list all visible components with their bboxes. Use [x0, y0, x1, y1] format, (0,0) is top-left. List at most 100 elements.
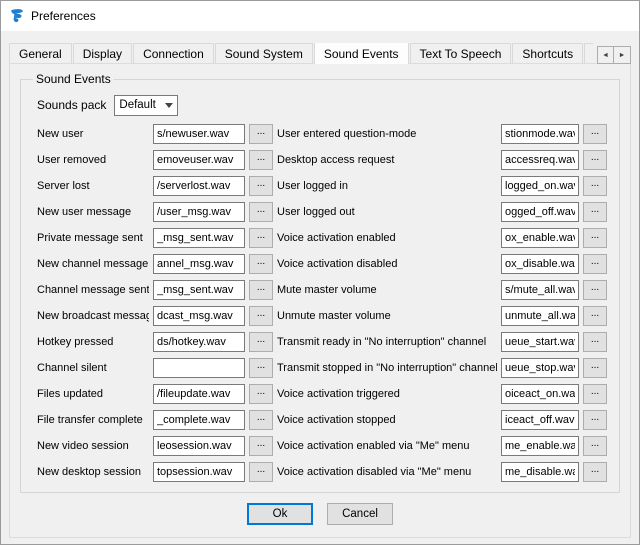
window-title: Preferences — [31, 9, 96, 23]
tab-scroll-control: ◄ ► — [597, 46, 631, 64]
sound-file-input[interactable] — [501, 462, 579, 482]
sound-file-input[interactable] — [501, 436, 579, 456]
event-label: Voice activation enabled — [277, 232, 497, 244]
browse-button[interactable]: ... — [249, 436, 273, 456]
browse-button[interactable]: ... — [249, 228, 273, 248]
browse-button[interactable]: ... — [583, 436, 607, 456]
event-label: User logged out — [277, 206, 497, 218]
browse-button[interactable]: ... — [583, 150, 607, 170]
event-label: Channel silent — [37, 362, 149, 374]
sounds-pack-label: Sounds pack — [37, 98, 106, 112]
tab-sound-events[interactable]: Sound Events — [314, 43, 409, 64]
browse-button[interactable]: ... — [249, 384, 273, 404]
sound-file-input[interactable] — [501, 124, 579, 144]
event-label: User removed — [37, 154, 149, 166]
event-label: Channel message sent — [37, 284, 149, 296]
sounds-pack-combo[interactable]: Default — [114, 95, 178, 116]
sound-file-input[interactable] — [153, 462, 245, 482]
browse-button[interactable]: ... — [249, 462, 273, 482]
sound-file-input[interactable] — [153, 306, 245, 326]
event-label: File transfer complete — [37, 414, 149, 426]
sound-file-input[interactable] — [501, 332, 579, 352]
browse-button[interactable]: ... — [583, 228, 607, 248]
browse-button[interactable]: ... — [583, 410, 607, 430]
browse-button[interactable]: ... — [583, 306, 607, 326]
browse-button[interactable]: ... — [583, 202, 607, 222]
sound-file-input[interactable] — [153, 228, 245, 248]
sound-events-group: Sound Events Sounds pack Default New use… — [20, 72, 620, 493]
chevron-down-icon — [165, 103, 173, 108]
sound-file-input[interactable] — [501, 176, 579, 196]
tab-connection[interactable]: Connection — [133, 43, 214, 64]
sound-file-input[interactable] — [501, 384, 579, 404]
browse-button[interactable]: ... — [249, 124, 273, 144]
tab-sound-system[interactable]: Sound System — [215, 43, 313, 64]
event-label: Voice activation disabled — [277, 258, 497, 270]
browse-button[interactable]: ... — [583, 176, 607, 196]
sound-file-input[interactable] — [501, 254, 579, 274]
sound-file-input[interactable] — [153, 124, 245, 144]
event-label: Private message sent — [37, 232, 149, 244]
browse-button[interactable]: ... — [583, 462, 607, 482]
browse-button[interactable]: ... — [583, 358, 607, 378]
sound-file-input[interactable] — [153, 254, 245, 274]
tab-shortcuts[interactable]: Shortcuts — [512, 43, 583, 64]
sound-file-input[interactable] — [501, 410, 579, 430]
sound-file-input[interactable] — [153, 176, 245, 196]
browse-button[interactable]: ... — [249, 176, 273, 196]
sound-file-input[interactable] — [153, 280, 245, 300]
browse-button[interactable]: ... — [583, 124, 607, 144]
tab-scroll-left-button[interactable]: ◄ — [597, 46, 614, 64]
browse-button[interactable]: ... — [583, 384, 607, 404]
browse-button[interactable]: ... — [249, 280, 273, 300]
event-label: Voice activation triggered — [277, 388, 497, 400]
browse-button[interactable]: ... — [249, 332, 273, 352]
event-label: New video session — [37, 440, 149, 452]
event-label: Hotkey pressed — [37, 336, 149, 348]
sound-file-input[interactable] — [501, 358, 579, 378]
sound-file-input[interactable] — [153, 358, 245, 378]
sound-file-input[interactable] — [501, 202, 579, 222]
sound-file-input[interactable] — [153, 436, 245, 456]
sound-events-tab-panel: Sound Events Sounds pack Default New use… — [9, 63, 631, 538]
sound-file-input[interactable] — [501, 228, 579, 248]
event-label: User logged in — [277, 180, 497, 192]
tab-text-to-speech[interactable]: Text To Speech — [410, 43, 512, 64]
tab-strip: GeneralDisplayConnectionSound SystemSoun… — [9, 43, 631, 64]
browse-button[interactable]: ... — [583, 254, 607, 274]
browse-button[interactable]: ... — [249, 150, 273, 170]
sound-file-input[interactable] — [153, 332, 245, 352]
titlebar: Preferences — [1, 1, 639, 31]
browse-button[interactable]: ... — [249, 306, 273, 326]
event-label: New broadcast message — [37, 310, 149, 322]
sound-file-input[interactable] — [501, 150, 579, 170]
browse-button[interactable]: ... — [249, 254, 273, 274]
browse-button[interactable]: ... — [249, 358, 273, 378]
event-label: Transmit stopped in "No interruption" ch… — [277, 362, 497, 374]
tab-display[interactable]: Display — [73, 43, 132, 64]
ok-button[interactable]: Ok — [247, 503, 313, 525]
browse-button[interactable]: ... — [249, 202, 273, 222]
browse-button[interactable]: ... — [583, 332, 607, 352]
sound-file-input[interactable] — [501, 306, 579, 326]
sound-file-input[interactable] — [153, 384, 245, 404]
tab-list: GeneralDisplayConnectionSound SystemSoun… — [9, 43, 593, 64]
event-label: Mute master volume — [277, 284, 497, 296]
event-label: User entered question-mode — [277, 128, 497, 140]
sound-file-input[interactable] — [153, 150, 245, 170]
event-label: Desktop access request — [277, 154, 497, 166]
browse-button[interactable]: ... — [249, 410, 273, 430]
event-label: Voice activation stopped — [277, 414, 497, 426]
tab-video[interactable]: Video — [584, 43, 593, 64]
tab-scroll-right-button[interactable]: ► — [614, 46, 631, 64]
sound-file-input[interactable] — [501, 280, 579, 300]
event-label: Voice activation enabled via "Me" menu — [277, 440, 497, 452]
sound-file-input[interactable] — [153, 202, 245, 222]
tab-general[interactable]: General — [9, 43, 72, 64]
cancel-button[interactable]: Cancel — [327, 503, 393, 525]
event-label: New channel message — [37, 258, 149, 270]
event-label: New user message — [37, 206, 149, 218]
browse-button[interactable]: ... — [583, 280, 607, 300]
sound-file-input[interactable] — [153, 410, 245, 430]
event-label: New desktop session — [37, 466, 149, 478]
